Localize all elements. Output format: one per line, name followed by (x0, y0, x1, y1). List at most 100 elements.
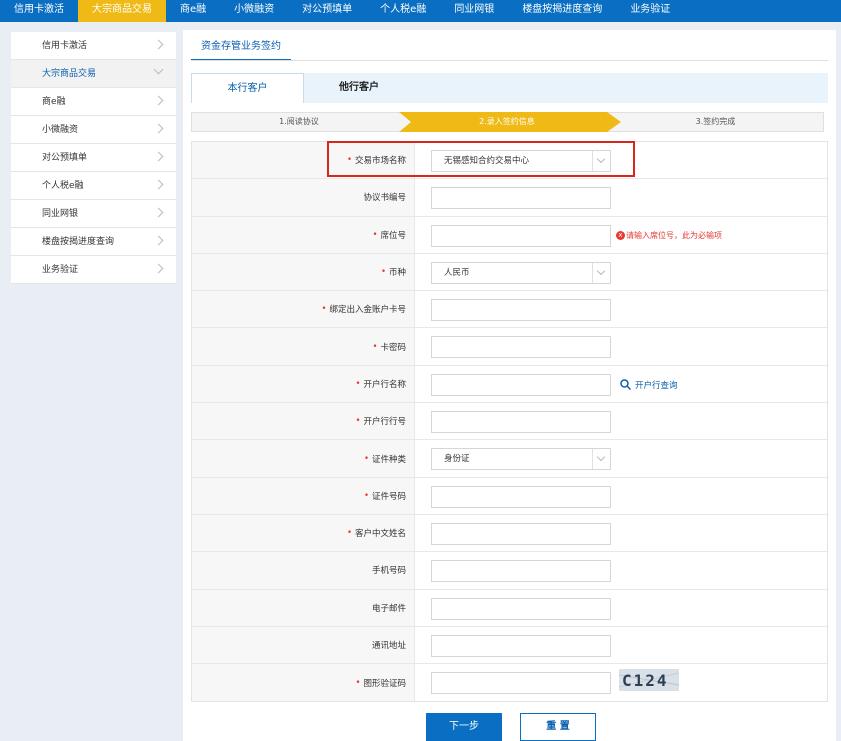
reset-button[interactable]: 重 置 (520, 713, 596, 741)
sidebar-item-label: 对公预填单 (42, 153, 88, 163)
nav-item-credit-card-activation[interactable]: 信用卡激活 (0, 0, 78, 22)
sidebar-item-shang-e-rong[interactable]: 商e融 (11, 88, 176, 116)
nav-item-micro-finance[interactable]: 小微融资 (220, 0, 288, 22)
field-label-text: 币种 (388, 268, 406, 279)
bank-name-input[interactable] (431, 373, 611, 396)
chevron-right-icon (153, 207, 164, 218)
error-text: 请输入席位号，此为必输项 (626, 230, 722, 240)
sidebar-item-label: 小微融资 (42, 125, 79, 135)
form-row-chinese-name: • 客户中文姓名 (192, 514, 827, 553)
field-label: • 席位号 (192, 216, 415, 253)
field-label: • 绑定出入金账户卡号 (192, 291, 415, 328)
seat-number-input[interactable] (431, 224, 611, 247)
bank-code-input[interactable] (431, 411, 611, 434)
chevron-right-icon (153, 123, 164, 134)
field-label-text: 图形验证码 (363, 678, 406, 689)
chinese-name-input[interactable] (431, 522, 611, 545)
chevron-right-icon (153, 39, 164, 50)
field-label: 通讯地址 (192, 626, 415, 664)
progress-steps: 1.阅读协议 2.录入签约信息 3.签约完成 (191, 112, 824, 132)
captcha-text: C124 (622, 671, 669, 690)
id-number-input[interactable] (431, 485, 611, 508)
captcha-input[interactable] (431, 672, 611, 695)
agreement-number-input[interactable] (431, 187, 611, 210)
step-complete: 3.签约完成 (695, 117, 736, 126)
required-mark: • (363, 490, 369, 501)
address-input[interactable] (431, 634, 611, 657)
bank-query-link[interactable]: 开户行查询 (620, 379, 678, 391)
form-row-seat-no: • 席位号 x 请输入席位号，此为必输项 (192, 216, 827, 254)
chevron-right-icon (153, 263, 164, 274)
field-label-text: 证件号码 (371, 491, 406, 502)
nav-item-commodity-trading[interactable]: 大宗商品交易 (78, 0, 166, 22)
mobile-input[interactable] (431, 560, 611, 583)
chevron-right-icon (153, 95, 164, 106)
field-label-text: 通讯地址 (371, 641, 406, 651)
sidebar-item-corporate-prefill[interactable]: 对公预填单 (11, 144, 176, 172)
field-label: • 卡密码 (192, 328, 415, 365)
form-row-captcha: • 图形验证码 C124 (192, 664, 827, 702)
error-icon: x (616, 230, 625, 240)
nav-item-corporate-prefill[interactable]: 对公预填单 (288, 0, 366, 22)
form-row-card-password: • 卡密码 (192, 328, 827, 366)
email-input[interactable] (431, 597, 611, 620)
bank-query-label: 开户行查询 (635, 380, 678, 391)
nav-item-business-verification[interactable]: 业务验证 (616, 0, 684, 22)
sidebar-item-interbank[interactable]: 同业网银 (11, 200, 176, 228)
field-label-text: 客户中文姓名 (354, 529, 406, 540)
field-label-text: 电子邮件 (371, 603, 406, 614)
card-password-input[interactable] (431, 336, 611, 359)
sidebar-item-micro-finance[interactable]: 小微融资 (11, 116, 176, 144)
field-label: • 币种 (192, 253, 415, 291)
card-number-input[interactable] (431, 299, 611, 322)
required-mark: • (355, 378, 361, 389)
nav-item-mortgage-progress[interactable]: 楼盘按揭进度查询 (508, 0, 616, 22)
id-type-select[interactable]: 身份证 (431, 448, 611, 471)
next-step-button[interactable]: 下一步 (426, 713, 502, 741)
form-row-address: 通讯地址 (192, 626, 827, 665)
tab-other-bank-customer[interactable]: 他行客户 (304, 73, 414, 103)
sidebar-item-commodity-trading[interactable]: 大宗商品交易 (11, 60, 176, 88)
captcha-image[interactable]: C124 (619, 669, 679, 692)
sidebar-item-personal-tax-loan[interactable]: 个人税e融 (11, 172, 176, 200)
search-icon (620, 379, 631, 391)
form-row-currency: • 币种 人民币 (192, 253, 827, 292)
chevron-down-icon (592, 262, 610, 283)
required-mark: • (380, 267, 386, 278)
sidebar-item-label: 商e融 (42, 97, 66, 107)
sidebar-item-label: 大宗商品交易 (42, 69, 97, 79)
field-label-text: 席位号 (380, 230, 406, 241)
field-label-text: 开户行行号 (363, 417, 406, 428)
sidebar-item-credit-card-activation[interactable]: 信用卡激活 (11, 32, 176, 60)
sidebar-item-label: 信用卡激活 (42, 41, 88, 51)
field-label: 协议书编号 (192, 179, 415, 216)
form-row-id-type: • 证件种类 身份证 (192, 440, 827, 478)
field-label: • 客户中文姓名 (192, 514, 415, 552)
nav-item-personal-tax-loan[interactable]: 个人税e融 (366, 0, 440, 22)
nav-item-shang-e-rong[interactable]: 商e融 (166, 0, 220, 22)
chevron-right-icon (153, 235, 164, 246)
tab-own-bank-customer[interactable]: 本行客户 (191, 73, 304, 103)
page-title: 资金存管业务签约 (191, 38, 291, 61)
sidebar-item-label: 个人税e融 (42, 181, 84, 191)
required-mark: • (321, 304, 327, 315)
sidebar-item-mortgage-progress[interactable]: 楼盘按揭进度查询 (11, 228, 176, 256)
required-mark: • (363, 453, 369, 464)
field-label-text: 绑定出入金账户卡号 (329, 305, 406, 316)
sidebar-item-label: 楼盘按揭进度查询 (42, 237, 115, 247)
field-label: • 开户行名称 (192, 365, 415, 403)
sidebar-item-business-verification[interactable]: 业务验证 (11, 256, 176, 284)
highlight-box (327, 141, 635, 177)
field-label-text: 卡密码 (380, 342, 406, 353)
currency-select-value: 人民币 (444, 267, 470, 278)
form-row-email: 电子邮件 (192, 589, 827, 627)
required-mark: • (346, 528, 352, 539)
signing-form: • 交易市场名称 无锡感知合约交易中心 协议书编号 • 席位号 x 请输入席位号，此为… (191, 141, 828, 703)
sidebar-item-label: 同业网银 (42, 209, 79, 219)
currency-select[interactable]: 人民币 (431, 261, 611, 284)
sidebar-item-label: 业务验证 (42, 265, 79, 275)
id-type-select-value: 身份证 (444, 454, 470, 465)
top-nav: 信用卡激活 大宗商品交易 商e融 小微融资 对公预填单 个人税e融 同业网银 楼… (0, 0, 841, 22)
nav-item-interbank[interactable]: 同业网银 (440, 0, 508, 22)
chevron-right-icon (153, 179, 164, 190)
